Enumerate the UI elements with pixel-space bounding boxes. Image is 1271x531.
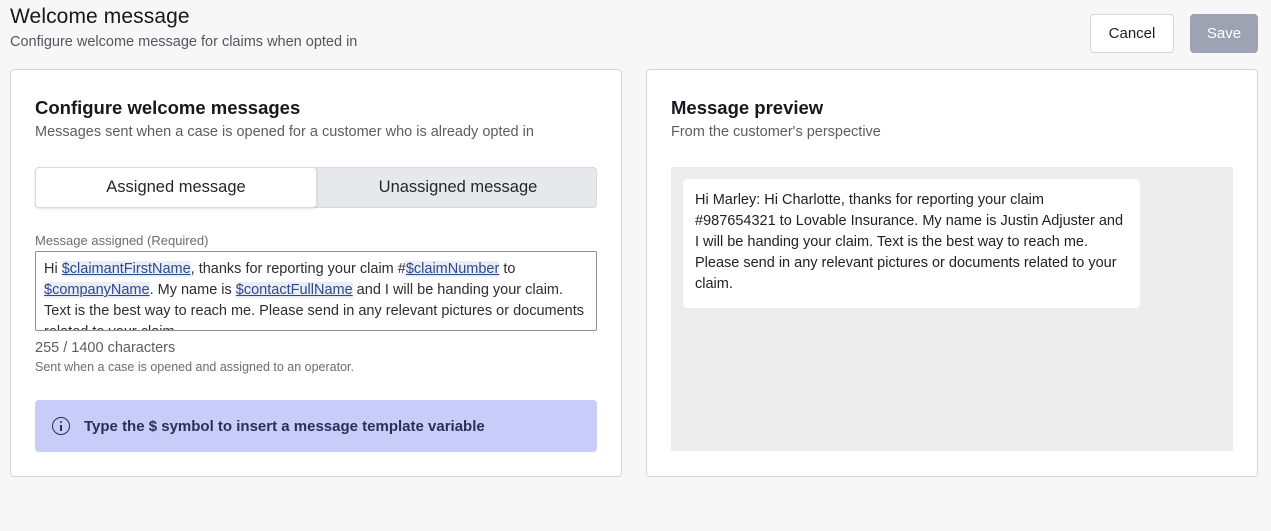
variable-claim-number[interactable]: $claimNumber [405, 261, 500, 277]
preview-area: Hi Marley: Hi Charlotte, thanks for repo… [671, 167, 1233, 451]
message-field-label: Message assigned (Required) [35, 233, 209, 248]
info-banner: Type the $ symbol to insert a message te… [35, 400, 597, 452]
configure-subtitle: Messages sent when a case is opened for … [35, 124, 534, 140]
message-textarea[interactable]: Hi $claimantFirstName, thanks for report… [35, 251, 597, 331]
variable-claimant-first-name[interactable]: $claimantFirstName [61, 261, 191, 277]
preview-title: Message preview [671, 97, 824, 118]
message-text: to [499, 261, 516, 277]
page-title: Welcome message [10, 5, 190, 28]
configure-card: Configure welcome messages Messages sent… [10, 69, 622, 477]
tab-unassigned-message[interactable]: Unassigned message [317, 167, 599, 208]
configure-title: Configure welcome messages [35, 97, 301, 118]
message-text: , thanks for reporting your claim # [190, 261, 406, 277]
message-type-tabs: Assigned message Unassigned message [35, 167, 597, 208]
page-subtitle: Configure welcome message for claims whe… [10, 34, 358, 50]
preview-message-bubble: Hi Marley: Hi Charlotte, thanks for repo… [683, 179, 1140, 308]
preview-card: Message preview From the customer's pers… [646, 69, 1258, 477]
character-count: 255 / 1400 characters [35, 340, 176, 356]
variable-contact-full-name[interactable]: $contactFullName [235, 282, 353, 298]
info-icon [52, 417, 70, 435]
message-text: . My name is [149, 282, 236, 298]
message-text: Hi [44, 261, 62, 277]
cancel-button[interactable]: Cancel [1090, 14, 1174, 53]
variable-company-name[interactable]: $companyName [44, 282, 150, 298]
preview-subtitle: From the customer's perspective [671, 124, 881, 140]
save-button[interactable]: Save [1190, 14, 1258, 53]
tab-assigned-message[interactable]: Assigned message [35, 167, 317, 208]
info-banner-text: Type the $ symbol to insert a message te… [84, 417, 485, 435]
field-help-text: Sent when a case is opened and assigned … [35, 360, 354, 374]
